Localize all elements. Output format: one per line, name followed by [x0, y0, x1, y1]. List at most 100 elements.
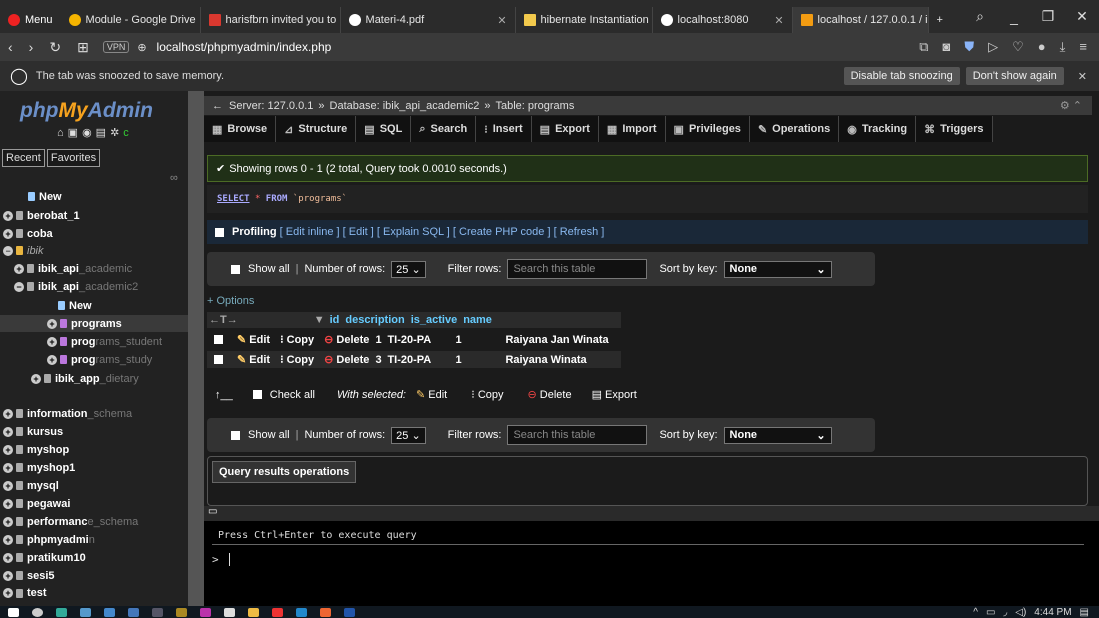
delete-row-button[interactable]: ⊖ Delete: [324, 333, 369, 346]
sidebar-scrollbar[interactable]: [188, 91, 204, 606]
resize-arrows-icon[interactable]: ←T→: [209, 314, 238, 326]
sidebar-item-table[interactable]: + prog rams_study: [47, 351, 152, 368]
expand-icon[interactable]: +: [14, 263, 24, 274]
copy-row-button[interactable]: ⁝ Copy: [280, 353, 314, 366]
close-icon[interactable]: ✕: [768, 14, 783, 27]
console-input[interactable]: >: [212, 553, 237, 566]
sidebar-item-db[interactable]: + sesi5: [3, 567, 55, 584]
sidebar-item-db[interactable]: + phpmyadmi n: [3, 531, 95, 548]
sidebar-item-table[interactable]: + prog rams_student: [47, 333, 162, 350]
column-header-description[interactable]: description: [345, 314, 404, 326]
sidebar-item-db[interactable]: + ibik_app _dietary: [31, 370, 139, 387]
show-all-checkbox[interactable]: [231, 430, 240, 440]
expand-icon[interactable]: +: [47, 318, 57, 329]
row-checkbox[interactable]: [214, 355, 223, 364]
minimize-icon[interactable]: _: [997, 9, 1031, 25]
cell-is-active[interactable]: 1: [449, 334, 505, 346]
filter-rows-input[interactable]: Search this table: [507, 425, 648, 445]
snapshot-icon[interactable]: ⧉: [919, 39, 928, 55]
check-all-label[interactable]: Check all: [270, 389, 315, 401]
browser-tab-phpmyadmin[interactable]: localhost / 127.0.0.1 / ib✕: [792, 7, 929, 33]
expand-icon[interactable]: +: [3, 552, 13, 563]
store-icon[interactable]: [80, 607, 91, 617]
tab-browse[interactable]: ▦ Browse: [204, 116, 277, 142]
sidebar-item-new-table[interactable]: New: [58, 297, 92, 314]
site-info-icon[interactable]: ⊕: [137, 41, 146, 54]
console-icon[interactable]: ▭: [208, 506, 217, 517]
cell-is-active[interactable]: 1: [449, 354, 505, 366]
cell-name[interactable]: Raiyana Jan Winata: [505, 334, 608, 346]
sidebar-item-group[interactable]: − ibik: [3, 242, 44, 259]
sort-key-select[interactable]: None ⌄: [723, 260, 832, 278]
home-icon[interactable]: ⌂: [57, 127, 68, 139]
sort-key-select[interactable]: None ⌄: [723, 426, 832, 444]
maximize-icon[interactable]: ❐: [1031, 8, 1065, 25]
wifi-icon[interactable]: ◞: [1003, 607, 1007, 618]
tab-insert[interactable]: ⁝ Insert: [476, 116, 532, 142]
export-selected-button[interactable]: ▤ Export: [592, 388, 637, 401]
speed-dial-icon[interactable]: ⊞: [77, 39, 89, 56]
tab-import[interactable]: ▦ Import: [598, 116, 666, 142]
tab-tracking[interactable]: ◉ Tracking: [839, 116, 917, 142]
sidebar-item-db[interactable]: + information _schema: [3, 405, 132, 422]
tab-sql[interactable]: ▤ SQL: [356, 116, 412, 142]
network-icon[interactable]: ▭: [986, 607, 995, 618]
volume-icon[interactable]: ◁): [1015, 607, 1026, 618]
opera-icon[interactable]: [272, 607, 283, 617]
sidebar-item-db[interactable]: + myshop: [3, 441, 69, 458]
browser-tab-hibernate[interactable]: hibernate Instantiation✕: [516, 7, 653, 33]
column-header-is-active[interactable]: is_active: [411, 314, 457, 326]
close-window-icon[interactable]: ✕: [1065, 8, 1099, 25]
dont-show-again-button[interactable]: Don't show again: [965, 67, 1064, 85]
sidebar-item-db[interactable]: + kursus: [3, 423, 63, 440]
app-icon[interactable]: [320, 607, 331, 617]
copy-selected-button[interactable]: ⁝ Copy: [471, 388, 503, 401]
new-tab-button[interactable]: +: [929, 7, 951, 33]
sidebar-item-db[interactable]: − ibik_api _academic2: [14, 278, 138, 295]
easy-setup-icon[interactable]: ≡: [1079, 39, 1087, 55]
phpmyadmin-logo[interactable]: phpMyAdmin: [20, 99, 153, 123]
link-icon[interactable]: ∞: [170, 172, 178, 184]
cell-description[interactable]: TI-20-PA: [387, 354, 449, 366]
reload-icon[interactable]: c: [123, 127, 133, 139]
sidebar-item-db[interactable]: + test: [3, 586, 47, 600]
windows-start-icon[interactable]: [8, 607, 19, 617]
app-icon[interactable]: [104, 607, 115, 617]
delete-row-button[interactable]: ⊖ Delete: [324, 353, 369, 366]
browser-menu-button[interactable]: Menu: [0, 7, 61, 33]
rows-select[interactable]: 25 ⌄: [391, 426, 426, 444]
console-toggle-bar[interactable]: ▭: [204, 506, 1099, 521]
camera-icon[interactable]: ◙: [943, 39, 951, 55]
profiling-checkbox[interactable]: [215, 227, 224, 237]
settings-gear-icon[interactable]: ⚙ ⌃: [1060, 99, 1082, 112]
tab-triggers[interactable]: ⌘ Triggers: [916, 116, 993, 142]
sort-arrow-icon[interactable]: ▼: [314, 314, 325, 326]
edit-selected-button[interactable]: ✎ Edit: [416, 388, 447, 401]
search-icon[interactable]: [32, 607, 43, 617]
sidebar-item-db[interactable]: + ibik_api _academic: [14, 260, 132, 277]
vscode-icon[interactable]: [296, 607, 307, 617]
expand-icon[interactable]: +: [3, 228, 13, 239]
expand-icon[interactable]: +: [47, 354, 57, 365]
tab-operations[interactable]: ✎ Operations: [749, 116, 840, 142]
url-field[interactable]: localhost/phpmyadmin/index.php: [157, 40, 332, 54]
sidebar-item-table-programs[interactable]: + programs: [47, 315, 122, 332]
browser-tab-localhost8080[interactable]: localhost:8080 ✕: [653, 7, 793, 33]
expand-icon[interactable]: +: [3, 462, 13, 473]
play-icon[interactable]: ▷: [988, 39, 998, 55]
expand-icon[interactable]: +: [3, 210, 13, 221]
sidebar-item-db[interactable]: + coba: [3, 225, 53, 242]
query-links[interactable]: [ Edit inline ] [ Edit ] [ Explain SQL ]…: [280, 226, 605, 238]
expand-icon[interactable]: +: [47, 336, 57, 347]
notification-icon[interactable]: ▤: [1080, 607, 1089, 618]
rows-select[interactable]: 25 ⌄: [391, 260, 426, 278]
sidebar-item-db[interactable]: + myshop1: [3, 459, 75, 476]
browser-tab-gmail[interactable]: harisfbrn invited you to✕: [201, 7, 341, 33]
tab-export[interactable]: ▤ Export: [531, 116, 599, 142]
app-icon[interactable]: [128, 607, 139, 617]
sidebar-item-db[interactable]: + performanc e_schema: [3, 513, 138, 530]
download-icon[interactable]: ⤓: [1060, 39, 1066, 55]
app-icon[interactable]: [200, 607, 211, 617]
close-icon[interactable]: ✕: [491, 14, 506, 27]
column-header-id[interactable]: id: [330, 314, 340, 326]
